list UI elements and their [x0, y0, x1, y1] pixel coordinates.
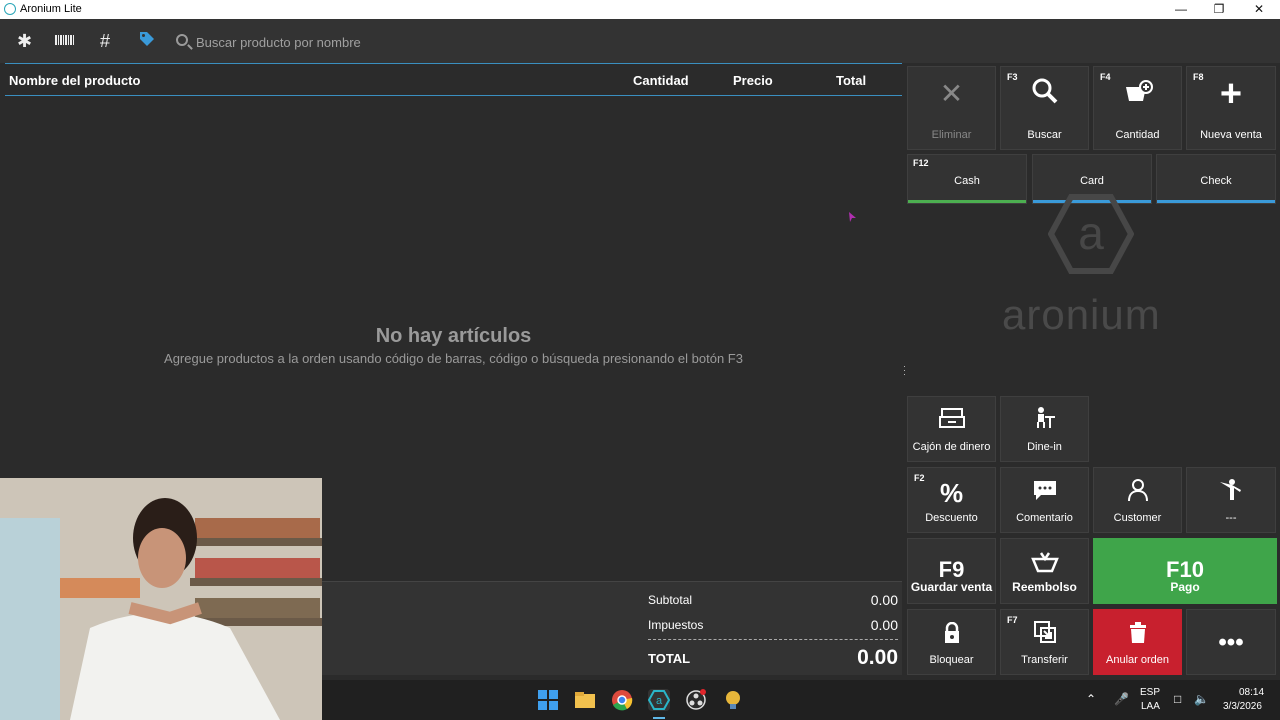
refund-button[interactable]: Reembolso	[1000, 538, 1089, 604]
check-indicator-bar	[1157, 200, 1275, 203]
mouse-cursor-icon	[849, 212, 856, 222]
comment-button[interactable]: Comentario	[1000, 467, 1089, 533]
tray-expand-icon[interactable]: ⌃	[1086, 692, 1096, 706]
hash-icon[interactable]: #	[100, 31, 110, 51]
language-bottom[interactable]: LAA	[1141, 701, 1160, 712]
microphone-icon[interactable]: 🎤	[1114, 692, 1129, 706]
aronium-logo-text: aronium	[1002, 291, 1161, 338]
close-icon: ✕	[939, 78, 964, 109]
search-icon	[176, 34, 188, 46]
cash-drawer-button[interactable]: Cajón de dinero	[907, 396, 996, 462]
transfer-button[interactable]: F7 Transferir	[1000, 609, 1089, 675]
app-bulb-icon[interactable]	[722, 689, 744, 711]
new-sale-button[interactable]: F8 + Nueva venta	[1186, 66, 1276, 150]
discount-button[interactable]: F2 % Descuento	[907, 467, 996, 533]
delete-button[interactable]: ✕ Eliminar	[907, 66, 996, 150]
column-quantity[interactable]: Cantidad	[633, 73, 689, 88]
webcam-overlay	[0, 478, 322, 720]
total-value: 0.00	[857, 646, 898, 669]
windows-start-icon[interactable]	[537, 689, 559, 711]
taskbar: a ⌃ 🎤 ESP LAA □ 🔈 08:14 3/3/2026	[322, 680, 1280, 720]
svg-text:a: a	[656, 695, 663, 707]
active-app-indicator	[653, 717, 665, 719]
total-label: TOTAL	[648, 651, 691, 666]
column-total[interactable]: Total	[836, 73, 866, 88]
more-options-button[interactable]: •••	[1186, 609, 1276, 675]
tax-label: Impuestos	[648, 618, 704, 632]
waiter-button[interactable]: ---	[1186, 467, 1276, 533]
search-button[interactable]: F3 Buscar	[1000, 66, 1089, 150]
lock-icon	[908, 618, 995, 652]
network-icon[interactable]: □	[1174, 692, 1181, 706]
cash-indicator-bar	[908, 200, 1026, 203]
more-dots-icon: •••	[1218, 629, 1244, 656]
product-search-input[interactable]	[196, 31, 696, 53]
column-product-name[interactable]: Nombre del producto	[9, 73, 140, 88]
file-explorer-icon[interactable]	[574, 689, 596, 711]
plus-icon: +	[1219, 73, 1243, 115]
aronium-hexagon-logo-icon: a	[1048, 194, 1134, 274]
svg-text:a: a	[1078, 207, 1104, 259]
asterisk-icon[interactable]: ✱	[17, 31, 32, 51]
tag-icon[interactable]	[139, 31, 155, 51]
title-bar: Aronium Lite — ❐ ✕	[0, 0, 1280, 19]
subtotal-label: Subtotal	[648, 593, 693, 607]
magnifier-icon	[1001, 77, 1088, 113]
actions-panel: ✕ Eliminar F3 Buscar F4 Cantidad F8 + Nu…	[906, 63, 1280, 675]
restore-button[interactable]: ❐	[1199, 0, 1239, 19]
window-title: Aronium Lite	[20, 3, 82, 15]
refund-basket-icon	[1001, 549, 1088, 583]
transfer-icon	[1001, 618, 1088, 652]
column-price[interactable]: Precio	[733, 73, 773, 88]
totals-divider	[648, 639, 898, 640]
dine-in-icon	[1001, 405, 1088, 439]
table-header: Nombre del producto Cantidad Precio Tota…	[5, 64, 902, 96]
pay-check-button[interactable]: Check	[1156, 154, 1276, 204]
language-top[interactable]: ESP	[1140, 687, 1160, 698]
customer-button[interactable]: Customer	[1093, 467, 1182, 533]
totals-panel: Subtotal 0.00 Impuestos 0.00 TOTAL 0.00	[322, 581, 902, 675]
app-logo-icon	[4, 3, 16, 15]
pay-cash-button[interactable]: F12 Cash	[907, 154, 1027, 204]
empty-state-message: Agregue productos a la orden usando códi…	[164, 351, 743, 366]
customer-icon	[1094, 476, 1181, 510]
cash-drawer-icon	[908, 405, 995, 439]
webcam-image	[0, 478, 322, 720]
pay-button[interactable]: F10 Pago	[1093, 538, 1277, 604]
chrome-icon[interactable]	[611, 689, 633, 711]
save-sale-button[interactable]: F9 Guardar venta	[907, 538, 996, 604]
toolbar: ✱ #	[0, 19, 1280, 63]
dine-in-button[interactable]: Dine-in	[1000, 396, 1089, 462]
aronium-taskbar-icon[interactable]: a	[647, 689, 671, 711]
percent-icon: %	[939, 478, 964, 508]
barcode-icon[interactable]	[55, 31, 75, 51]
minimize-button[interactable]: —	[1161, 0, 1201, 19]
empty-state-title: No hay artículos	[375, 325, 532, 347]
trash-icon	[1094, 618, 1181, 652]
tax-value: 0.00	[870, 617, 898, 633]
obs-icon[interactable]	[685, 689, 707, 711]
subtotal-value: 0.00	[870, 592, 898, 608]
comment-icon	[1001, 476, 1088, 510]
volume-icon[interactable]: 🔈	[1194, 692, 1209, 706]
clock-time[interactable]: 08:14	[1239, 687, 1264, 698]
waiter-icon	[1187, 476, 1275, 510]
void-order-button[interactable]: Anular orden	[1093, 609, 1182, 675]
quantity-button[interactable]: F4 Cantidad	[1093, 66, 1182, 150]
clock-date[interactable]: 3/3/2026	[1223, 701, 1262, 712]
close-button[interactable]: ✕	[1239, 0, 1279, 19]
lock-button[interactable]: Bloquear	[907, 609, 996, 675]
basket-plus-icon	[1094, 77, 1181, 113]
